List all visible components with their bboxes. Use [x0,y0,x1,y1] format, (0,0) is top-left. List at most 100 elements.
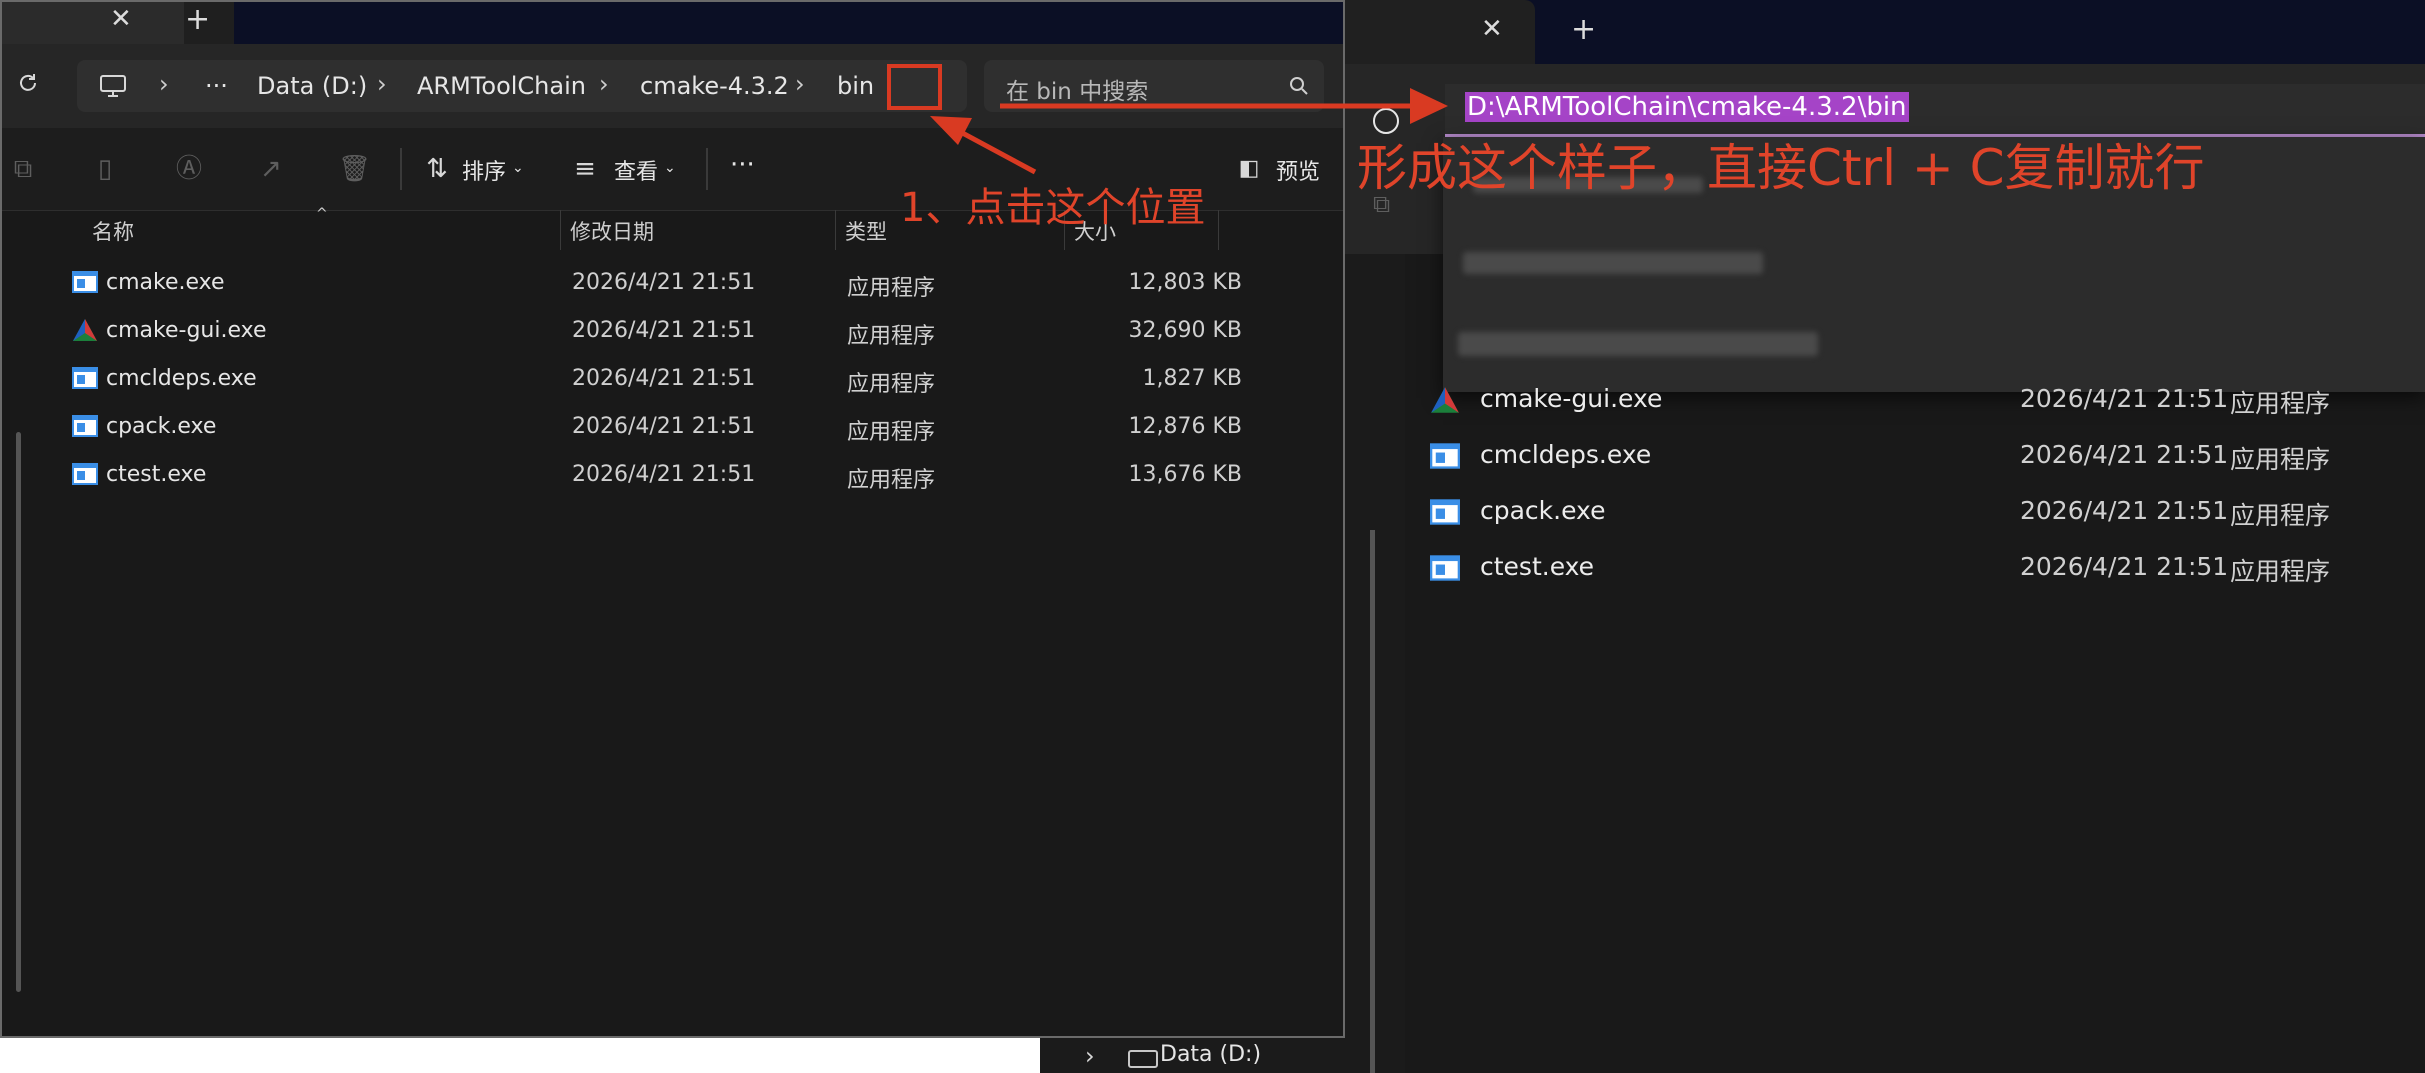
computer-icon[interactable] [99,74,127,98]
column-header-date[interactable]: 修改日期 [570,216,654,246]
blurred-suggestion[interactable] [1458,332,1818,356]
file-type: 应用程序 [847,468,936,493]
search-placeholder[interactable]: 在 bin 中搜索 [1006,72,1148,106]
column-divider[interactable] [560,210,561,250]
column-divider[interactable] [835,210,836,250]
column-divider[interactable] [1218,210,1219,250]
file-size: 12,803 KB [1128,270,1243,295]
file-name[interactable]: ctest.exe [106,462,206,487]
blurred-suggestion[interactable] [1463,252,1763,274]
right-nav-strip [1345,254,1405,1073]
exe-icon [72,271,98,293]
view-button[interactable]: 查看 [614,154,658,186]
column-header-type[interactable]: 类型 [845,216,887,246]
file-type: 应用程序 [847,372,936,397]
file-row[interactable]: cpack.exe 2026/4/21 21:51 应用程序 12,876 KB [42,402,1312,450]
exe-icon [72,463,98,485]
address-text-selected[interactable]: D:\ARMToolChain\cmake-4.3.2\bin [1465,92,1909,122]
vertical-scrollbar[interactable] [1370,530,1375,1073]
breadcrumb[interactable]: › ··· Data (D:) › ARMToolChain › cmake-4… [77,60,967,112]
file-type: 应用程序 [2230,501,2331,530]
file-type: 应用程序 [2230,445,2331,474]
breadcrumb-more[interactable]: ··· [205,72,228,100]
file-date: 2026/4/21 21:51 [2020,440,2229,469]
delete-icon[interactable]: 🗑 [338,154,371,184]
file-row[interactable]: ctest.exe 2026/4/21 21:51 应用程序 13,676 KB [42,450,1312,498]
file-name[interactable]: cmcldeps.exe [1480,440,1651,469]
exe-icon [72,367,98,389]
file-row[interactable]: ctest.exe 2026/4/21 21:51 应用程序 [1430,540,2425,596]
file-date: 2026/4/21 21:51 [572,270,756,295]
file-name[interactable]: cmake-gui.exe [106,318,266,343]
new-tab-icon[interactable]: + [185,2,210,37]
column-header-name[interactable]: 名称 [92,216,134,246]
cmake-gui-icon [1431,387,1459,413]
rename-icon[interactable]: Ⓐ [174,154,204,184]
file-type: 应用程序 [2230,557,2331,586]
search-box[interactable]: 在 bin 中搜索 [984,60,1324,112]
chevron-right-icon[interactable]: › [377,70,387,98]
chevron-down-icon[interactable]: ⌄ [664,160,676,176]
sort-icon[interactable]: ⇅ [422,154,452,184]
file-size: 1,827 KB [1142,366,1243,391]
left-active-tab[interactable]: ✕ [2,2,184,44]
file-name[interactable]: cmake.exe [106,270,225,295]
new-tab-icon[interactable]: + [1571,12,1596,47]
file-name[interactable]: cpack.exe [106,414,216,439]
file-row[interactable]: cmake.exe 2026/4/21 21:51 应用程序 12,803 KB [42,258,1312,306]
share-icon[interactable]: ↗ [256,154,286,184]
file-row[interactable]: cmcldeps.exe 2026/4/21 21:51 应用程序 1,827 … [42,354,1312,402]
file-type: 应用程序 [847,324,936,349]
tab-close-icon[interactable]: ✕ [110,4,132,34]
drive-icon [1128,1050,1158,1068]
copy-icon[interactable]: ⧉ [8,154,38,184]
file-name[interactable]: ctest.exe [1480,552,1594,581]
search-icon[interactable] [1289,76,1309,96]
refresh-icon[interactable] [16,71,40,95]
cmake-gui-icon [73,319,97,341]
file-name[interactable]: cmcldeps.exe [106,366,257,391]
exe-icon [1430,555,1460,581]
expand-chevron-icon[interactable]: › [1085,1042,1095,1070]
tab-close-icon[interactable]: ✕ [1481,14,1503,44]
file-size: 12,876 KB [1128,414,1243,439]
exe-icon [1430,499,1460,525]
preview-pane-icon[interactable]: ◧ [1234,154,1264,184]
highlight-box [887,64,942,110]
chevron-down-icon[interactable]: ⌄ [512,160,524,176]
file-type: 应用程序 [847,420,936,445]
file-name[interactable]: cmake-gui.exe [1480,384,1662,413]
file-name[interactable]: cpack.exe [1480,496,1605,525]
more-options-button[interactable]: ··· [730,150,755,180]
chevron-right-icon[interactable]: › [795,70,805,98]
file-row[interactable]: cpack.exe 2026/4/21 21:51 应用程序 [1430,484,2425,540]
file-row[interactable]: cmcldeps.exe 2026/4/21 21:51 应用程序 [1430,428,2425,484]
breadcrumb-item-bin[interactable]: bin [837,72,874,100]
breadcrumb-item-armtoolchain[interactable]: ARMToolChain [417,72,586,100]
vertical-scrollbar[interactable] [16,432,21,992]
annotation-step2: 形成这个样子，直接Ctrl + C复制就行 [1357,139,2205,197]
breadcrumb-item-data[interactable]: Data (D:) [257,72,367,100]
view-icon[interactable]: ≡ [570,154,600,184]
file-size: 13,676 KB [1128,462,1243,487]
breadcrumb-item-cmake[interactable]: cmake-4.3.2 [640,72,789,100]
left-explorer-window: ✕ + › ··· Data (D:) › ARMToolChain › cma… [0,0,1345,1038]
file-row[interactable]: cmake-gui.exe 2026/4/21 21:51 应用程序 32,69… [42,306,1312,354]
file-date: 2026/4/21 21:51 [2020,496,2229,525]
file-row[interactable]: cmake-gui.exe 2026/4/21 21:51 应用程序 [1430,372,2425,428]
left-tab-strip [234,2,1343,44]
sort-button[interactable]: 排序 [462,154,506,186]
annotation-step1: 1、点击这个位置 [900,185,1206,231]
file-date: 2026/4/21 21:51 [572,366,756,391]
preview-button[interactable]: 预览 [1276,154,1320,186]
right-active-tab[interactable]: ✕ [1345,0,1535,64]
file-date: 2026/4/21 21:51 [572,462,756,487]
file-size: 32,690 KB [1128,318,1243,343]
file-date: 2026/4/21 21:51 [572,318,756,343]
nav-drive-label[interactable]: Data (D:) [1160,1042,1261,1067]
chevron-right-icon[interactable]: › [159,70,169,98]
chevron-right-icon[interactable]: › [599,70,609,98]
sort-arrow-icon: ^ [316,206,328,222]
paste-icon[interactable]: ▯ [90,154,120,184]
file-type: 应用程序 [847,276,936,301]
